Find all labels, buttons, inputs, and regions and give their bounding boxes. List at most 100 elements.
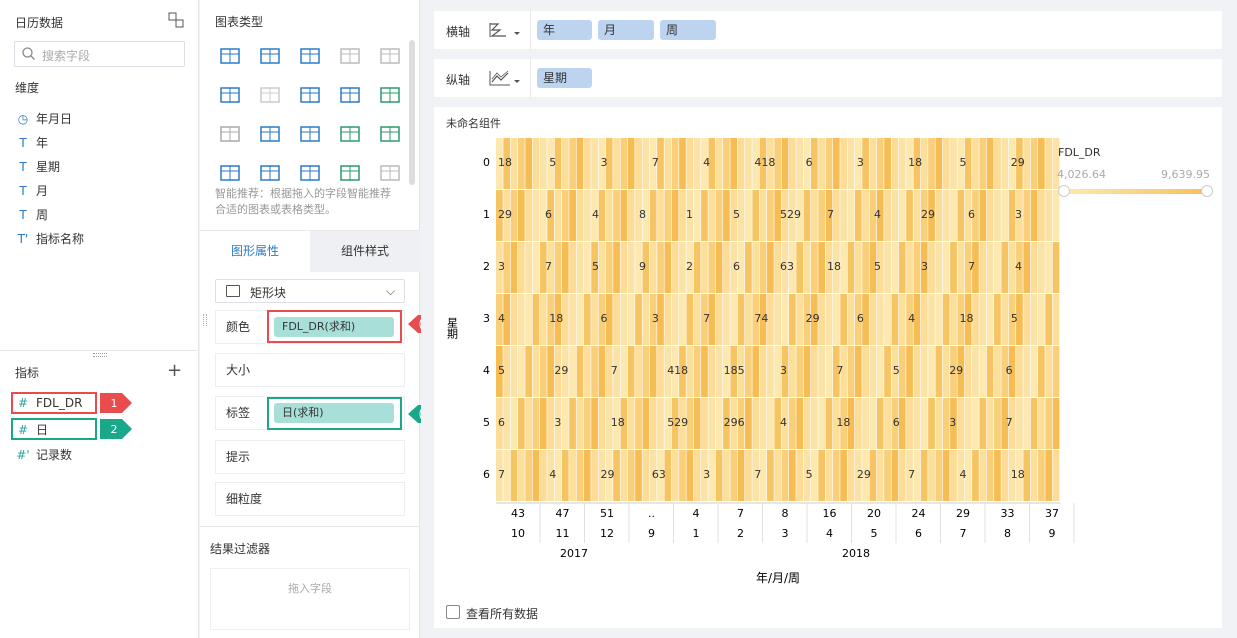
- y-field-weekday[interactable]: 星期: [537, 68, 592, 88]
- x-tick-week: 43: [511, 507, 525, 520]
- field-item-year[interactable]: T年: [16, 134, 48, 151]
- chart-type-bar-icon[interactable]: [339, 86, 361, 104]
- chart-type-bubble-icon[interactable]: [339, 164, 361, 182]
- heatmap-cell: [627, 190, 635, 241]
- chart-type-heatmap-map-icon[interactable]: [259, 86, 281, 104]
- chart-type-detail-table-icon[interactable]: [299, 47, 321, 65]
- x-tick-month: 7: [960, 527, 967, 540]
- x-tick-month: 11: [556, 527, 570, 540]
- heatmap-cell: [708, 398, 716, 449]
- legend-max-handle[interactable]: [1201, 185, 1213, 197]
- legend-min-handle[interactable]: [1058, 185, 1070, 197]
- heatmap-cell: [708, 242, 716, 293]
- shape-select[interactable]: 矩形块 ⌵: [215, 279, 405, 303]
- divider: [530, 59, 531, 97]
- chart-type-scatter-icon[interactable]: [299, 164, 321, 182]
- field-item-day[interactable]: # 日: [16, 421, 48, 438]
- heatmap-cell: [935, 138, 943, 189]
- heatmap-cell: [605, 190, 613, 241]
- color-field-chip[interactable]: FDL_DR(求和): [274, 317, 394, 337]
- chart-type-area-icon[interactable]: [219, 164, 241, 182]
- heatmap-cell: [979, 398, 987, 449]
- heatmap-cell: [576, 242, 584, 293]
- heatmap-cell: [1030, 138, 1038, 189]
- cell-label: 7: [498, 468, 505, 481]
- heatmap-cell: [876, 346, 884, 397]
- heatmap-cell: [942, 450, 950, 501]
- chart-type-table-icon[interactable]: [219, 47, 241, 65]
- heatmap-cell: [986, 190, 994, 241]
- chart-type-radar-icon[interactable]: [379, 125, 401, 143]
- x-tick-week: 4: [693, 507, 700, 520]
- tag-label: 标签: [226, 406, 251, 420]
- view-all-checkbox[interactable]: [446, 605, 460, 619]
- x-axis-bar: 横轴 年 月 周: [434, 11, 1222, 49]
- cell-label: 5: [733, 208, 740, 221]
- cell-label: 5: [1011, 312, 1018, 325]
- field-label: 年月日: [36, 112, 73, 126]
- heatmap-cell: [884, 450, 891, 501]
- field-item-metric-name[interactable]: T' 指标名称: [16, 230, 84, 247]
- chart-type-cross-table-icon[interactable]: [259, 47, 281, 65]
- tab-component-style[interactable]: 组件样式: [310, 231, 420, 272]
- cell-label: 29: [921, 208, 935, 221]
- tag-field-chip[interactable]: 日(求和): [274, 403, 394, 423]
- heatmap-cell: [862, 242, 869, 293]
- filter-drop-zone[interactable]: 拖入字段: [210, 568, 410, 630]
- chart-type-line-icon[interactable]: [299, 125, 321, 143]
- chart-type-bar-multi-icon[interactable]: [379, 86, 401, 104]
- field-item-week[interactable]: T周: [16, 206, 48, 223]
- heatmap-cell: [986, 294, 994, 345]
- cell-label: 3: [554, 416, 561, 429]
- x-field-week[interactable]: 周: [660, 20, 716, 40]
- search-input[interactable]: 搜索字段: [14, 41, 185, 67]
- heatmap-cell: [752, 398, 760, 449]
- chart-type-stacked-bar-icon[interactable]: [259, 164, 281, 182]
- heatmap-cell: [671, 138, 679, 189]
- heatmap-cell: [510, 242, 518, 293]
- resize-handle[interactable]: [93, 353, 107, 357]
- chart-type-kpi-icon[interactable]: [339, 47, 361, 65]
- heatmap-cell: [525, 398, 533, 449]
- heatmap-cell: [715, 190, 723, 241]
- heatmap-cell: [869, 346, 877, 397]
- y-axis-chart-icon[interactable]: [488, 68, 522, 91]
- field-item-weekday[interactable]: T 星期: [16, 158, 60, 175]
- field-item-date[interactable]: ◷ 年月日: [16, 110, 72, 127]
- switch-dataset-icon[interactable]: [168, 12, 184, 28]
- granularity-row[interactable]: 细粒度: [215, 482, 405, 516]
- heatmap-cell: [928, 346, 935, 397]
- field-item-month[interactable]: T月: [16, 182, 48, 199]
- heatmap-cell: [847, 294, 855, 345]
- drag-handle[interactable]: [203, 314, 207, 326]
- chart-type-map-bubble-icon[interactable]: [219, 86, 241, 104]
- x-axis-chart-icon[interactable]: [488, 20, 522, 43]
- heatmap-cell: [517, 450, 525, 501]
- chart-type-scrollbar[interactable]: [409, 40, 415, 185]
- heatmap-cell: [583, 190, 591, 241]
- x-field-year[interactable]: 年: [537, 20, 592, 40]
- chart-type-step-bar-icon[interactable]: [259, 125, 281, 143]
- heatmap-cell: [767, 450, 774, 501]
- chart-type-grid-dots-icon[interactable]: [219, 125, 241, 143]
- heatmap-cell: [510, 398, 518, 449]
- heatmap-cell: [723, 242, 730, 293]
- field-item-record-count[interactable]: #' 记录数: [16, 446, 72, 463]
- heatmap-cell: [884, 398, 891, 449]
- cell-label: 6: [601, 312, 608, 325]
- x-field-month[interactable]: 月: [598, 20, 654, 40]
- tip-row[interactable]: 提示: [215, 440, 405, 474]
- chart-type-pie-icon[interactable]: [379, 164, 401, 182]
- chart-type-scatter-grid-icon[interactable]: [299, 86, 321, 104]
- size-row[interactable]: 大小: [215, 353, 405, 387]
- heatmap-cell: [576, 190, 584, 241]
- tab-shape-properties[interactable]: 图形属性: [200, 231, 310, 272]
- heatmap-cell: [898, 450, 906, 501]
- heatmap-chart[interactable]: 0 18 5 3 7 4 418 6 3 18 5 291 29 6 4 8 1 5 529 7 4 29 6 32 3 7 5 9 2…: [434, 107, 1222, 628]
- heatmap-cell: [1023, 190, 1031, 241]
- chart-type-text-icon[interactable]: [379, 47, 401, 65]
- field-item-fdl-dr[interactable]: # FDL_DR: [16, 396, 82, 410]
- add-measure-icon[interactable]: +: [167, 360, 182, 381]
- chart-type-radar-line-icon[interactable]: [339, 125, 361, 143]
- heatmap-cell: [818, 346, 826, 397]
